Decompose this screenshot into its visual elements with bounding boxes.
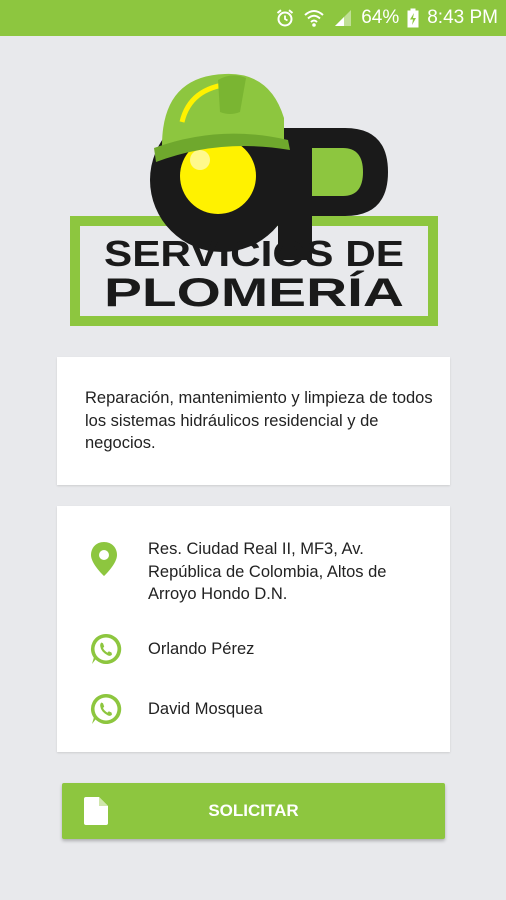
- address-text: Res. Ciudad Real II, MF3, Av. República …: [148, 540, 387, 603]
- alarm-icon: [277, 9, 294, 27]
- description-card: Reparación, mantenimiento y limpieza de …: [57, 357, 450, 485]
- contact-name: David Mosquea: [148, 700, 263, 718]
- company-logo: SERVICIOS DE PLOMERÍA: [70, 73, 438, 326]
- solicitar-button[interactable]: SOLICITAR: [62, 783, 445, 839]
- logo-line-2: PLOMERÍA: [104, 270, 404, 315]
- whatsapp-icon: [90, 693, 122, 724]
- battery-charging-icon: [407, 8, 419, 28]
- status-time: 8:43 PM: [427, 7, 498, 28]
- description-text: Reparación, mantenimiento y limpieza de …: [85, 389, 433, 452]
- signal-icon: [335, 10, 352, 26]
- logo-line-1: SERVICIOS DE: [104, 233, 404, 274]
- whatsapp-icon: [90, 633, 122, 664]
- address-row[interactable]: Res. Ciudad Real II, MF3, Av. República …: [57, 538, 450, 608]
- status-bar: 64% 8:43 PM: [0, 0, 506, 36]
- contact-row-david[interactable]: David Mosquea: [57, 692, 450, 726]
- solicitar-label: SOLICITAR: [208, 801, 299, 820]
- battery-percent: 64%: [361, 7, 400, 28]
- location-pin-icon: [91, 542, 117, 576]
- contact-row-orlando[interactable]: Orlando Pérez: [57, 632, 450, 666]
- contact-card: Res. Ciudad Real II, MF3, Av. República …: [57, 506, 450, 752]
- wifi-icon: [304, 10, 324, 27]
- contact-name: Orlando Pérez: [148, 640, 255, 658]
